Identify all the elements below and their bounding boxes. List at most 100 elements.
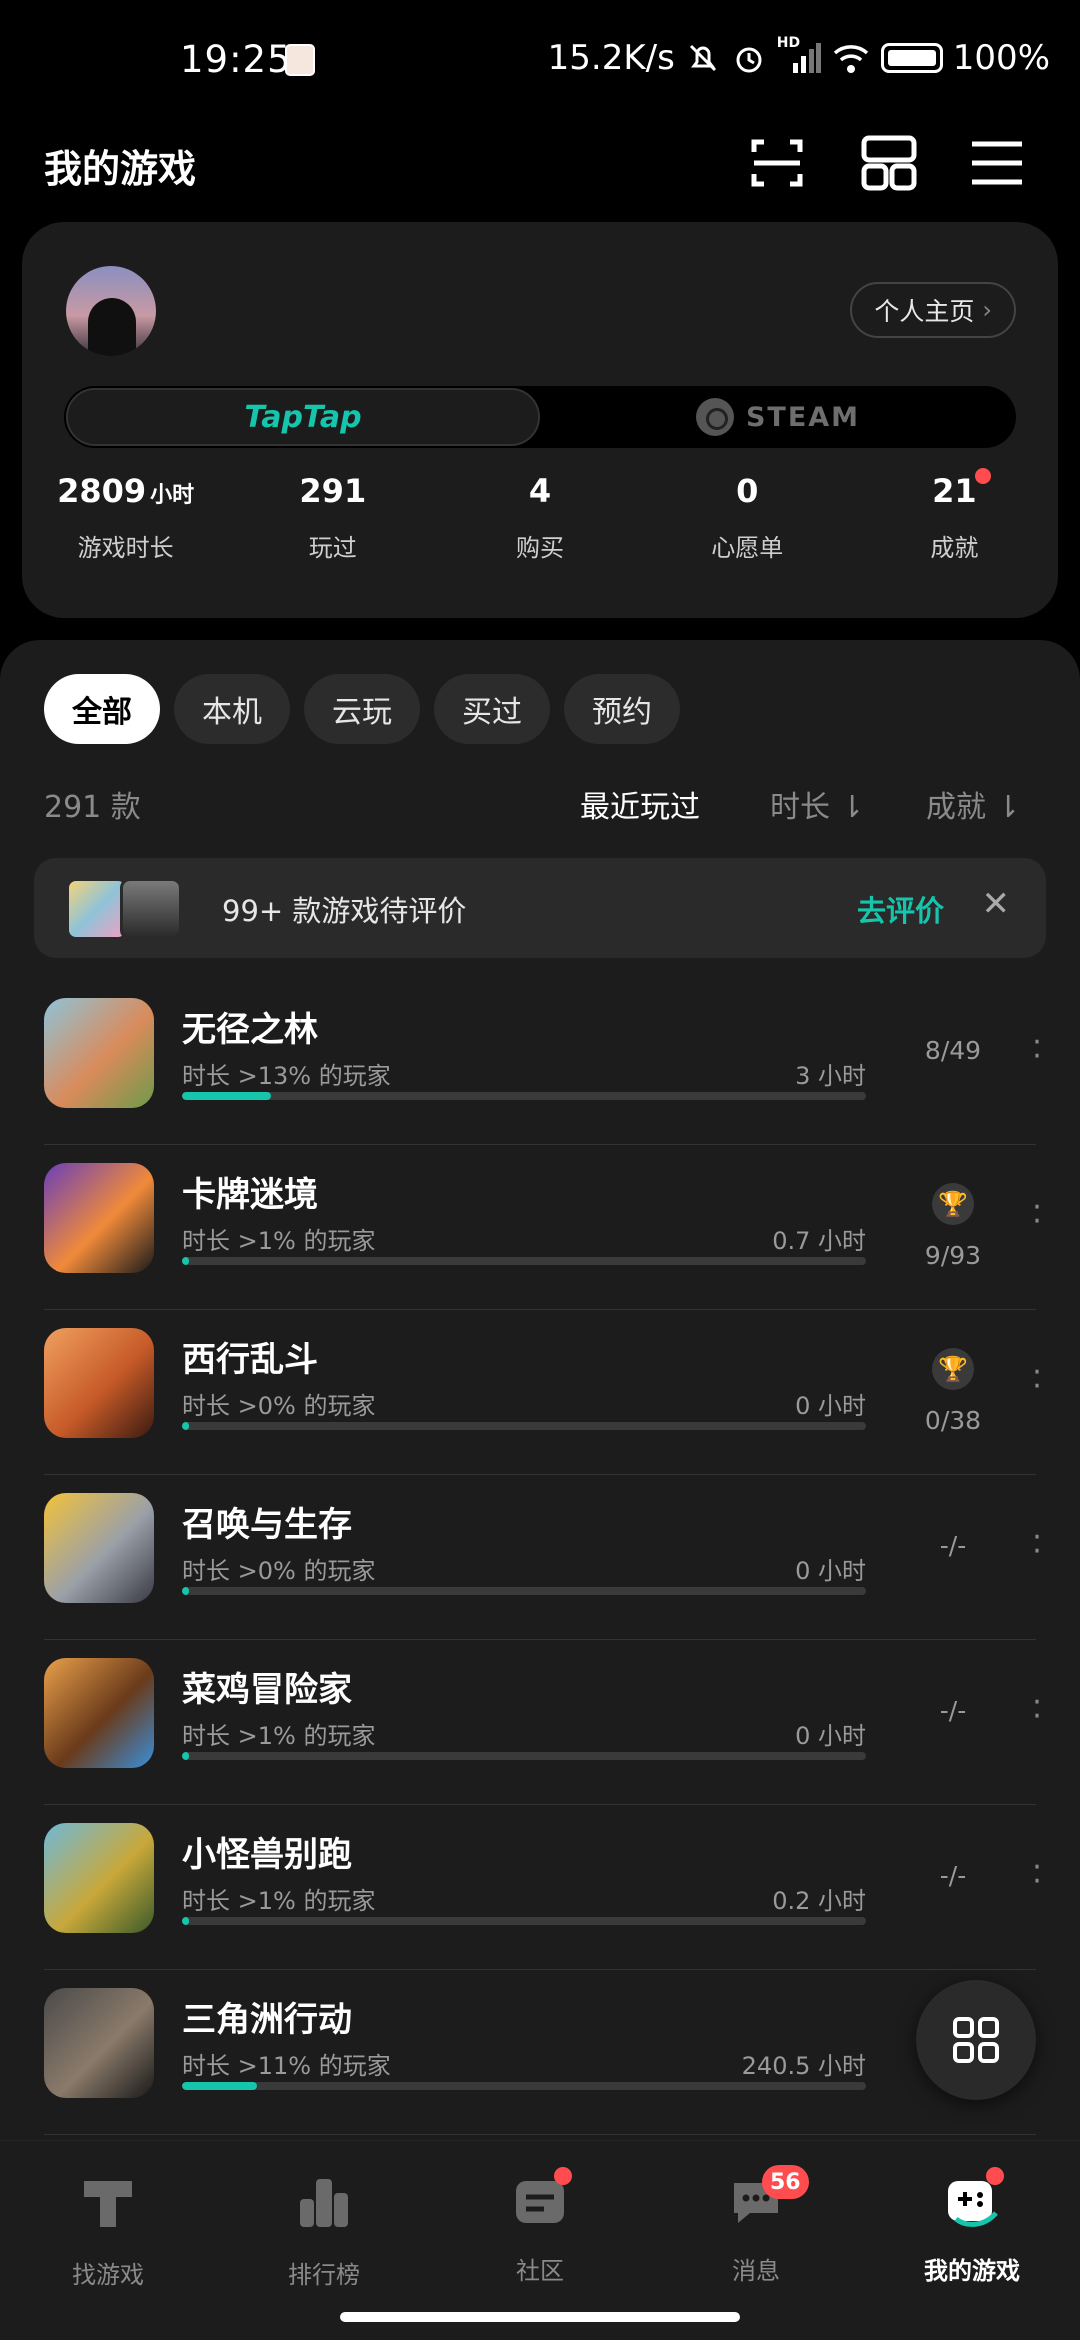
game-icon[interactable]: [44, 1823, 154, 1933]
more-options-icon[interactable]: · ·: [1030, 1853, 1044, 1897]
playtime-progress-fill: [182, 1587, 189, 1595]
steam-label: STEAM: [745, 401, 861, 433]
nav-ranking[interactable]: 排行榜: [216, 2141, 432, 2340]
sort-achievements[interactable]: 成就 ⇂: [926, 782, 1021, 826]
stat-achievements[interactable]: 21 成就: [851, 468, 1058, 563]
filter-reserved[interactable]: 预约: [564, 674, 680, 744]
avatar[interactable]: [66, 266, 156, 356]
achievements-dot: [974, 468, 991, 484]
game-hours: 0 小时: [795, 1722, 866, 1750]
personal-homepage-button[interactable]: 个人主页 ›: [850, 282, 1016, 338]
my-games-dot: [986, 2167, 1004, 2185]
stat-wishlist[interactable]: 0 心愿单: [644, 472, 851, 563]
nav-find-games[interactable]: 找游戏: [0, 2141, 216, 2340]
review-game-icons: [66, 878, 198, 940]
tab-taptap[interactable]: TapTap: [66, 388, 540, 446]
game-achievements: 0/38: [924, 1406, 982, 1435]
game-name: 菜鸡冒险家: [182, 1670, 352, 1710]
stat-playtime[interactable]: 2809 小时 游戏时长: [22, 472, 229, 563]
game-icon[interactable]: [44, 1328, 154, 1438]
stat-achievements-label: 成就: [930, 534, 979, 562]
playtime-progress-fill: [182, 1752, 189, 1760]
playtime-progress-bar: [182, 1257, 866, 1265]
nav-messages[interactable]: 56 消息: [648, 2141, 864, 2340]
filter-chips: 全部 本机 云玩 买过 预约: [44, 674, 680, 744]
floating-grid-button[interactable]: [916, 1980, 1036, 2100]
game-row[interactable]: 召唤与生存 时长 >0% 的玩家 0 小时 -/- · ·: [0, 1475, 1080, 1640]
game-icon[interactable]: [44, 1658, 154, 1768]
game-playtime-rank: 时长 >1% 的玩家: [182, 1887, 376, 1915]
nav-label: 我的游戏: [924, 2257, 1020, 2285]
go-review-button[interactable]: 去评价: [857, 888, 944, 930]
stat-purchased[interactable]: 4 购买: [436, 472, 643, 563]
game-icon[interactable]: [44, 1163, 154, 1273]
game-row[interactable]: 西行乱斗 时长 >0% 的玩家 0 小时 🏆 0/38 · ·: [0, 1310, 1080, 1475]
community-dot: [554, 2167, 572, 2185]
nav-label: 消息: [732, 2257, 780, 2285]
alarm-icon: [736, 47, 762, 73]
more-options-icon[interactable]: · ·: [1030, 1193, 1044, 1237]
nav-label: 社区: [516, 2257, 564, 2285]
stat-achievements-value: 21: [932, 472, 977, 510]
game-playtime-rank: 时长 >1% 的玩家: [182, 1227, 376, 1255]
filter-local[interactable]: 本机: [174, 674, 290, 744]
stat-playtime-unit: 小时: [150, 483, 195, 508]
sort-playtime[interactable]: 时长 ⇂: [770, 782, 865, 826]
playtime-progress-fill: [182, 1257, 189, 1265]
game-list: 无径之林 时长 >13% 的玩家 3 小时 8/49 · · 卡牌迷境 时长 >1% 的玩家 0…: [0, 980, 1080, 2135]
trophy-icon: 🏆: [932, 1348, 974, 1390]
game-achievements: 8/49: [924, 1036, 982, 1065]
messages-badge: 56: [762, 2165, 809, 2199]
more-options-icon[interactable]: · ·: [1030, 1358, 1044, 1402]
playtime-progress-bar: [182, 1917, 866, 1925]
game-row[interactable]: 菜鸡冒险家 时长 >1% 的玩家 0 小时 -/- · ·: [0, 1640, 1080, 1805]
game-hours: 0 小时: [795, 1392, 866, 1420]
game-row[interactable]: 小怪兽别跑 时长 >1% 的玩家 0.2 小时 -/- · ·: [0, 1805, 1080, 1970]
game-playtime-rank: 时长 >0% 的玩家: [182, 1557, 376, 1585]
scan-icon[interactable]: [744, 130, 810, 196]
status-bar: 19:25 15.2K/s HD 100%: [0, 0, 1080, 120]
game-row[interactable]: 卡牌迷境 时长 >1% 的玩家 0.7 小时 🏆 9/93 · ·: [0, 1145, 1080, 1310]
game-icon[interactable]: [44, 998, 154, 1108]
signal-icon: HD: [777, 35, 821, 75]
divider: [44, 2134, 1036, 2135]
filter-purchased[interactable]: 买过: [434, 674, 550, 744]
review-banner[interactable]: 99+ 款游戏待评价 去评价 ✕: [34, 858, 1046, 958]
stat-played[interactable]: 291 玩过: [229, 472, 436, 563]
tab-steam[interactable]: STEAM: [540, 386, 1016, 448]
game-playtime-rank: 时长 >13% 的玩家: [182, 1062, 391, 1090]
game-hours: 0.7 小时: [772, 1227, 866, 1255]
more-options-icon[interactable]: · ·: [1030, 1523, 1044, 1567]
sort-recent[interactable]: 最近玩过: [580, 782, 700, 826]
game-row[interactable]: 无径之林 时长 >13% 的玩家 3 小时 8/49 · ·: [0, 980, 1080, 1145]
battery-level: 100%: [952, 38, 1050, 78]
review-banner-text: 99+ 款游戏待评价: [222, 894, 467, 928]
game-name: 小怪兽别跑: [182, 1835, 352, 1875]
nav-label: 找游戏: [72, 2261, 144, 2289]
menu-icon[interactable]: [964, 130, 1030, 196]
filter-cloud[interactable]: 云玩: [304, 674, 420, 744]
close-icon[interactable]: ✕: [982, 884, 1011, 924]
more-options-icon[interactable]: · ·: [1030, 1688, 1044, 1732]
home-indicator[interactable]: [340, 2312, 740, 2322]
status-time: 19:25: [180, 38, 292, 81]
ranking-icon: [300, 2179, 348, 2227]
filter-all[interactable]: 全部: [44, 674, 160, 744]
playtime-progress-fill: [182, 1917, 189, 1925]
game-name: 西行乱斗: [182, 1340, 318, 1380]
game-icon[interactable]: [44, 1988, 154, 2098]
playtime-progress-fill: [182, 2082, 258, 2090]
playtime-progress-fill: [182, 1422, 189, 1430]
game-icon[interactable]: [44, 1493, 154, 1603]
game-achievements: -/-: [939, 1861, 967, 1890]
nav-community[interactable]: 社区: [432, 2141, 648, 2340]
game-name: 三角洲行动: [182, 2000, 352, 2040]
game-playtime-rank: 时长 >1% 的玩家: [182, 1722, 376, 1750]
grid-icon[interactable]: [856, 130, 922, 196]
stat-playtime-label: 游戏时长: [77, 534, 174, 562]
game-hours: 0 小时: [795, 1557, 866, 1585]
more-options-icon[interactable]: · ·: [1030, 1028, 1044, 1072]
review-game-icon: [120, 878, 182, 940]
game-name: 召唤与生存: [182, 1505, 352, 1545]
nav-my-games[interactable]: 我的游戏: [864, 2141, 1080, 2340]
